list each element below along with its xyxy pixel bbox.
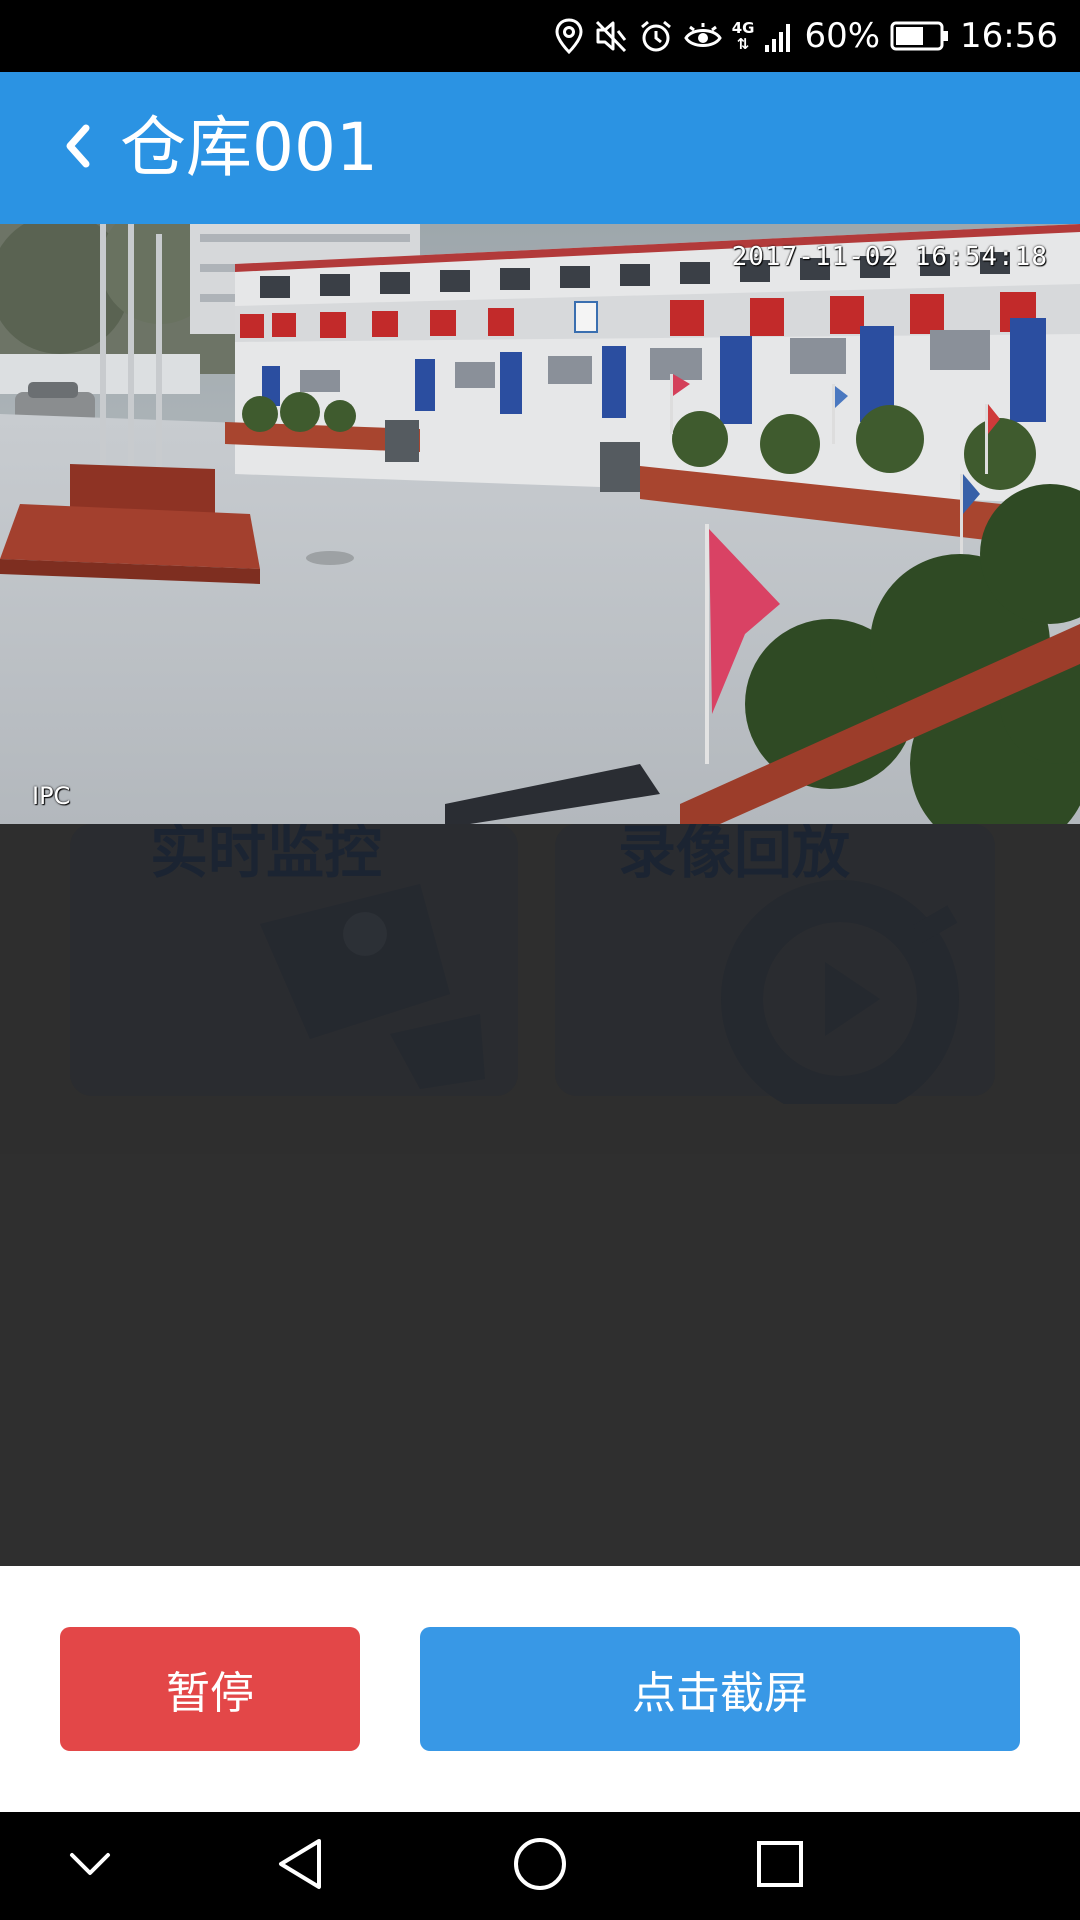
chevron-left-icon	[58, 120, 98, 176]
video-feed[interactable]: 2017-11-02 16:54:18 IPC	[0, 224, 1080, 824]
screenshot-button[interactable]: 点击截屏	[420, 1627, 1020, 1751]
playback-label: 录像回放	[618, 824, 851, 886]
pause-button[interactable]: 暂停	[60, 1627, 360, 1751]
status-icons: 4G ⇅ 60% 16:56	[554, 0, 1058, 72]
navigation-bar	[0, 1812, 1080, 1920]
nav-home-button[interactable]	[480, 1812, 600, 1920]
mute-icon	[594, 18, 628, 54]
live-monitor-label: 实时监控	[150, 824, 383, 886]
network-type-label: 4G ⇅	[731, 19, 755, 53]
camera-scene-image	[0, 224, 1080, 824]
alarm-icon	[638, 18, 674, 54]
video-channel-label: IPC	[32, 782, 71, 810]
nav-back-button[interactable]	[240, 1812, 360, 1920]
chevron-down-icon	[68, 1849, 112, 1883]
action-bar: 暂停 点击截屏	[0, 1566, 1080, 1812]
video-timestamp: 2017-11-02 16:54:18	[731, 242, 1048, 272]
backdrop-lower-area	[0, 1154, 1080, 1566]
battery-percent: 60%	[804, 16, 881, 56]
camera-icon	[220, 864, 490, 1098]
signal-icon	[764, 19, 794, 53]
recents-square-icon	[755, 1839, 805, 1893]
clock: 16:56	[960, 16, 1058, 56]
battery-icon	[890, 20, 950, 52]
page-title: 仓库001	[120, 109, 378, 186]
replay-icon	[715, 864, 985, 1118]
data-arrows-icon: ⇅	[736, 35, 750, 53]
dimmed-backdrop: 实时监控 录像回放	[0, 824, 1080, 1566]
status-bar: 4G ⇅ 60% 16:56	[0, 0, 1080, 72]
hide-nav-button[interactable]	[30, 1812, 150, 1920]
back-button[interactable]	[40, 110, 116, 186]
location-icon	[554, 18, 584, 54]
screen: 4G ⇅ 60% 16:56 仓库001 2017-11-02 16:54:18…	[0, 0, 1080, 1920]
home-circle-icon	[512, 1836, 568, 1896]
eye-icon	[683, 18, 722, 54]
app-header: 仓库001	[0, 72, 1080, 224]
nav-recents-button[interactable]	[720, 1812, 840, 1920]
back-triangle-icon	[275, 1837, 325, 1895]
